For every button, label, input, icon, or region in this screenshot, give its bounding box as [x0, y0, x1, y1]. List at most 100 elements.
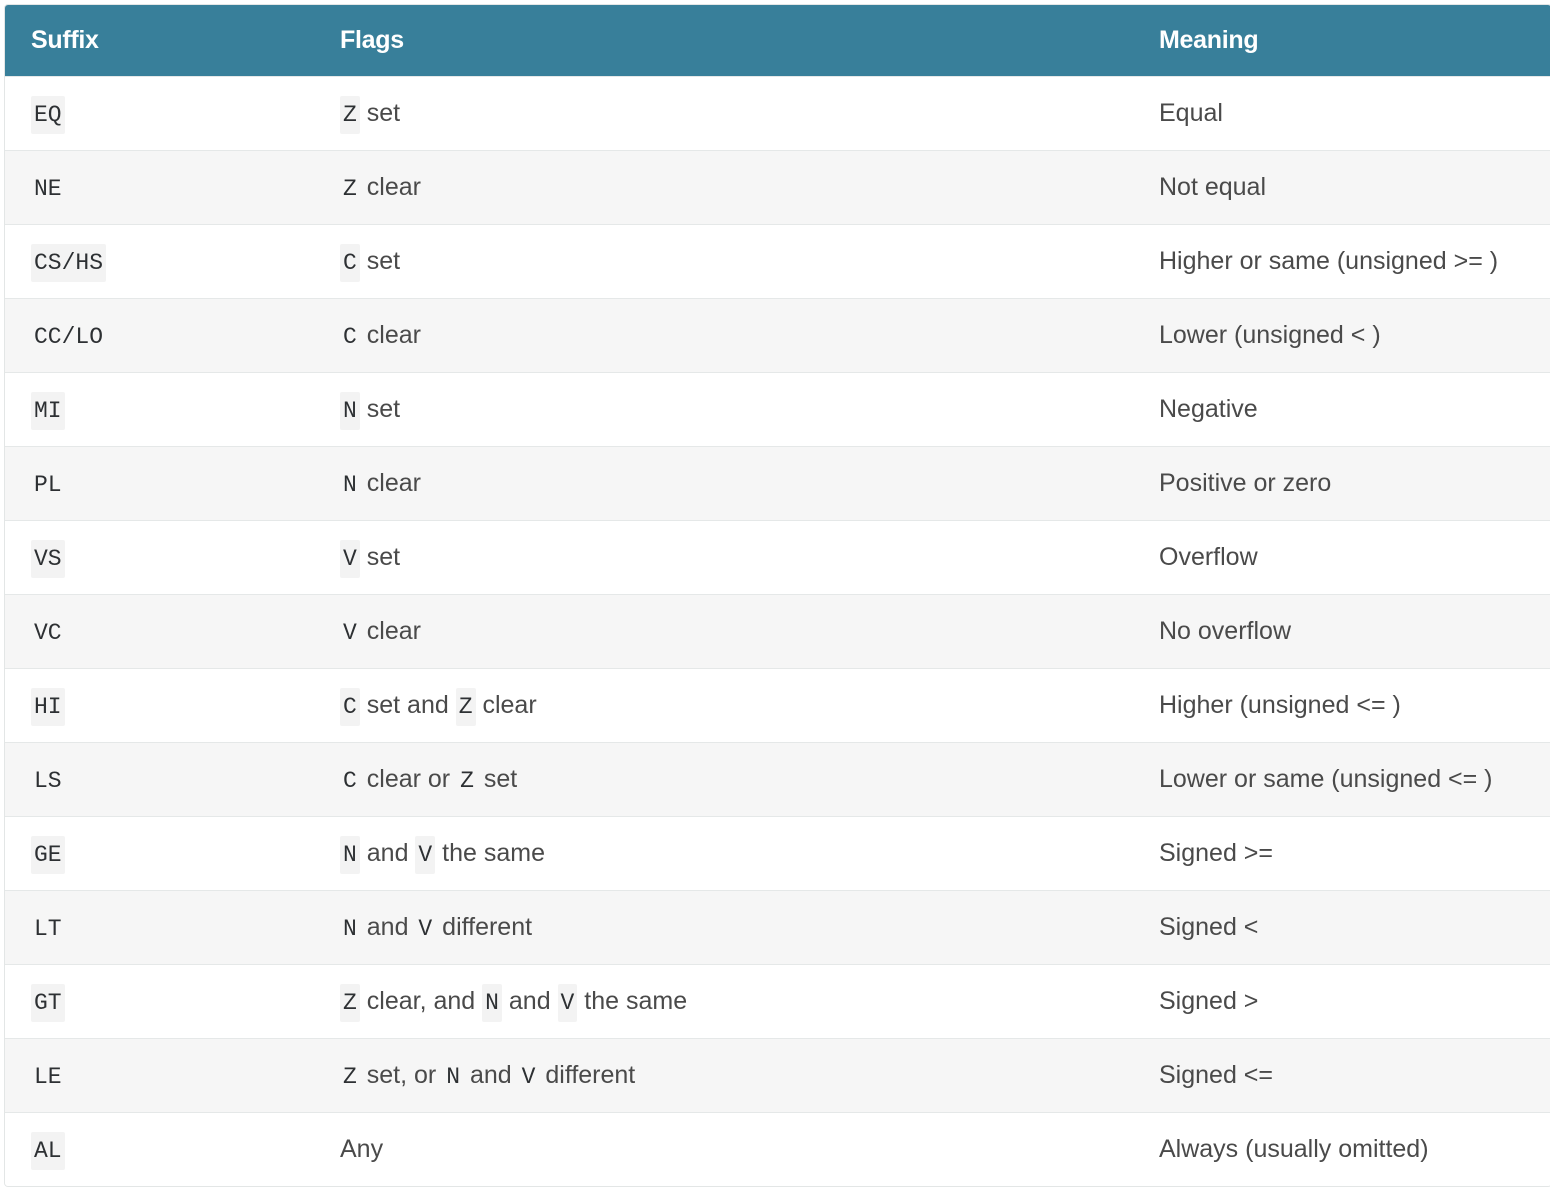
suffix-cell: GT — [5, 964, 314, 1038]
flags-cell: Any — [314, 1112, 1133, 1186]
flags-cell: C clear — [314, 298, 1133, 372]
flag-text: and — [501, 986, 558, 1015]
flag-text: and — [359, 838, 416, 867]
flag-code: Z — [457, 761, 477, 800]
suffix-code: LE — [31, 1057, 65, 1096]
flag-text: set — [359, 98, 401, 127]
flag-code: V — [415, 909, 436, 948]
meaning-cell: Signed > — [1159, 986, 1259, 1015]
suffix-cell: MI — [5, 372, 314, 446]
meaning-cell: Equal — [1159, 98, 1223, 127]
suffix-cell: CS/HS — [5, 224, 314, 298]
table-row: CC/LO C clear Lower (unsigned < ) — [5, 298, 1550, 372]
flag-text: set — [476, 764, 518, 793]
meaning-cell: Higher (unsigned <= ) — [1159, 690, 1401, 719]
flags-cell: Z clear, and N and V the same — [314, 964, 1133, 1038]
flag-text: the same — [577, 986, 688, 1015]
table-row: GT Z clear, and N and V the same Signed > — [5, 964, 1550, 1038]
condition-codes-table: Suffix Flags Meaning EQ Z set Equal NE Z cle… — [4, 4, 1550, 1187]
table-row: MI N set Negative — [5, 372, 1550, 446]
flags-cell: V clear — [314, 594, 1133, 668]
flag-text: clear — [475, 690, 537, 719]
suffix-code: CS/HS — [31, 243, 107, 282]
table-row: AL Any Always (usually omitted) — [5, 1112, 1550, 1186]
meaning-cell: Signed >= — [1159, 838, 1273, 867]
flags-cell: C clear or Z set — [314, 742, 1133, 816]
flag-code: V — [340, 613, 360, 652]
column-header-meaning: Meaning — [1159, 25, 1259, 54]
flag-text: different — [435, 912, 533, 941]
flag-code: N — [340, 909, 360, 948]
suffix-code: EQ — [31, 95, 65, 134]
table: Suffix Flags Meaning EQ Z set Equal NE Z cle… — [5, 5, 1550, 1186]
flags-cell: Z set — [314, 76, 1133, 150]
suffix-code: GT — [31, 983, 65, 1022]
flag-code: N — [443, 1057, 463, 1096]
table-header: Suffix Flags Meaning — [5, 5, 1550, 76]
flags-cell: C set — [314, 224, 1133, 298]
table-row: PL N clear Positive or zero — [5, 446, 1550, 520]
flag-code: C — [340, 761, 360, 800]
meaning-cell: Not equal — [1159, 172, 1267, 201]
flags-cell: N and V the same — [314, 816, 1133, 890]
flags-cell: N set — [314, 372, 1133, 446]
flag-code: N — [482, 983, 502, 1022]
flag-text: clear — [359, 172, 421, 201]
flag-code: Z — [455, 687, 476, 726]
flag-text: and — [359, 912, 416, 941]
column-header-flags: Flags — [340, 25, 404, 54]
flags-cell: N and V different — [314, 890, 1133, 964]
table-row: CS/HS C set Higher or same (unsigned >= ) — [5, 224, 1550, 298]
suffix-cell: VS — [5, 520, 314, 594]
suffix-cell: LE — [5, 1038, 314, 1112]
flag-code: Z — [340, 169, 360, 208]
flag-code: Z — [340, 95, 360, 134]
flag-code: C — [340, 243, 360, 282]
table-row: LS C clear or Z set Lower or same (unsigne… — [5, 742, 1550, 816]
table-row: VS V set Overflow — [5, 520, 1550, 594]
suffix-code: LS — [31, 761, 65, 800]
suffix-cell: EQ — [5, 76, 314, 150]
table-body: EQ Z set Equal NE Z clear Not equal CS/HS C set… — [5, 76, 1550, 1186]
suffix-cell: LS — [5, 742, 314, 816]
flag-code: N — [340, 391, 360, 430]
suffix-cell: HI — [5, 668, 314, 742]
suffix-code: LT — [31, 909, 65, 948]
flag-text: clear — [359, 320, 421, 349]
meaning-cell: Signed < — [1159, 912, 1259, 941]
flag-code: V — [557, 983, 578, 1022]
table-row: GE N and V the same Signed >= — [5, 816, 1550, 890]
suffix-code: PL — [31, 465, 65, 504]
flags-cell: N clear — [314, 446, 1133, 520]
flag-text: clear — [359, 468, 421, 497]
flag-text: and — [463, 1060, 519, 1089]
suffix-code: VS — [31, 539, 65, 578]
flag-code: N — [340, 465, 360, 504]
suffix-code: VC — [31, 613, 65, 652]
suffix-cell: AL — [5, 1112, 314, 1186]
suffix-cell: NE — [5, 150, 314, 224]
flags-cell: Z clear — [314, 150, 1133, 224]
suffix-cell: CC/LO — [5, 298, 314, 372]
meaning-cell: Positive or zero — [1159, 468, 1332, 497]
flag-text: different — [538, 1060, 636, 1089]
flag-text: the same — [435, 838, 546, 867]
header-row: Suffix Flags Meaning — [5, 5, 1550, 76]
suffix-code: GE — [31, 835, 65, 874]
flag-code: N — [340, 835, 360, 874]
meaning-cell: Signed <= — [1159, 1060, 1273, 1089]
meaning-cell: No overflow — [1159, 616, 1291, 645]
meaning-cell: Lower (unsigned < ) — [1159, 320, 1381, 349]
suffix-cell: PL — [5, 446, 314, 520]
suffix-code: NE — [31, 169, 65, 208]
table-row: NE Z clear Not equal — [5, 150, 1550, 224]
flag-text: clear or — [359, 764, 458, 793]
suffix-code: CC/LO — [31, 317, 107, 356]
flag-code: C — [340, 317, 360, 356]
flags-cell: C set and Z clear — [314, 668, 1133, 742]
meaning-cell: Overflow — [1159, 542, 1258, 571]
flag-text: Any — [340, 1134, 384, 1163]
table-row: EQ Z set Equal — [5, 76, 1550, 150]
flag-code: C — [340, 687, 360, 726]
flag-text: clear, and — [359, 986, 483, 1015]
